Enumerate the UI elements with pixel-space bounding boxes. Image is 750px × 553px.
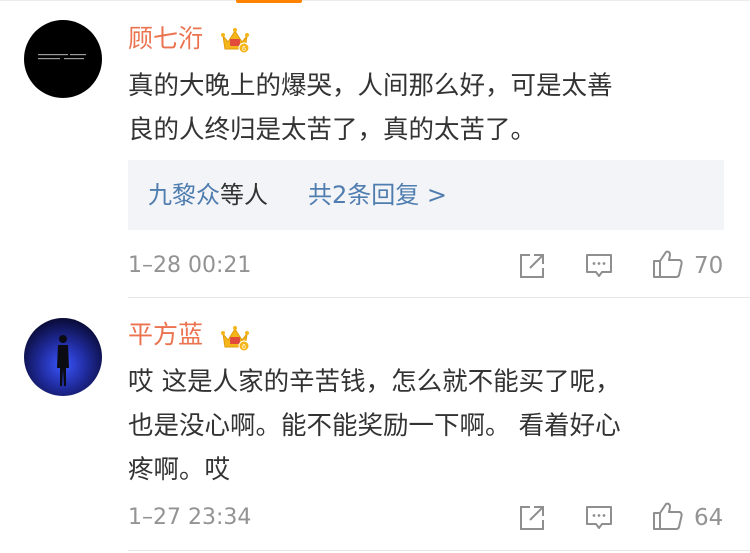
share-icon[interactable] [517,251,547,281]
svg-text:6: 6 [242,344,246,351]
reply-summary[interactable]: 九黎众等人 共2条回复 > [128,160,724,230]
like-count: 64 [694,505,724,531]
thumbs-up-icon[interactable] [651,248,685,280]
thumbs-up-icon[interactable] [651,500,685,532]
avatar-figure-icon [57,335,69,386]
vip-crown-badge-icon: 6 [221,28,250,54]
reply-user-names[interactable]: 九黎众 [148,181,220,209]
comment-icon[interactable] [584,503,614,533]
comment-item: 顾七洐 6 真的大晚上的爆哭，人间那么好，可是太善 良的人终归是太苦了，真的太苦… [0,0,750,298]
view-replies-link[interactable]: 共2条回复 > [308,179,447,211]
avatar-text [38,54,90,64]
share-icon[interactable] [517,503,547,533]
username[interactable]: 顾七洐 [128,24,203,54]
avatar-scribble-icon [38,54,86,60]
comment-item: 平方蓝 6 哎 这是人家的辛苦钱，怎么就不能买了呢， 也是没心啊。能不能奖励一下… [0,298,750,553]
svg-text:6: 6 [242,46,246,53]
comment-time: 1–28 00:21 [128,253,252,278]
vip-crown-badge-icon: 6 [221,326,250,352]
comment-text: 哎 这是人家的辛苦钱，怎么就不能买了呢， 也是没心啊。能不能奖励一下啊。 看着好… [128,367,621,485]
comment-icon[interactable] [584,251,614,281]
like-count: 70 [694,253,724,279]
comment-text: 真的大晚上的爆哭，人间那么好，可是太善 良的人终归是太苦了，真的太苦了。 [128,71,613,145]
comment-time: 1–27 23:34 [128,505,252,530]
reply-names[interactable]: 九黎众等人 [148,179,268,211]
reply-names-suffix: 等人 [220,181,268,209]
username[interactable]: 平方蓝 [128,320,203,350]
avatar[interactable] [24,20,102,98]
avatar[interactable] [24,318,102,396]
comment-divider [128,550,750,551]
